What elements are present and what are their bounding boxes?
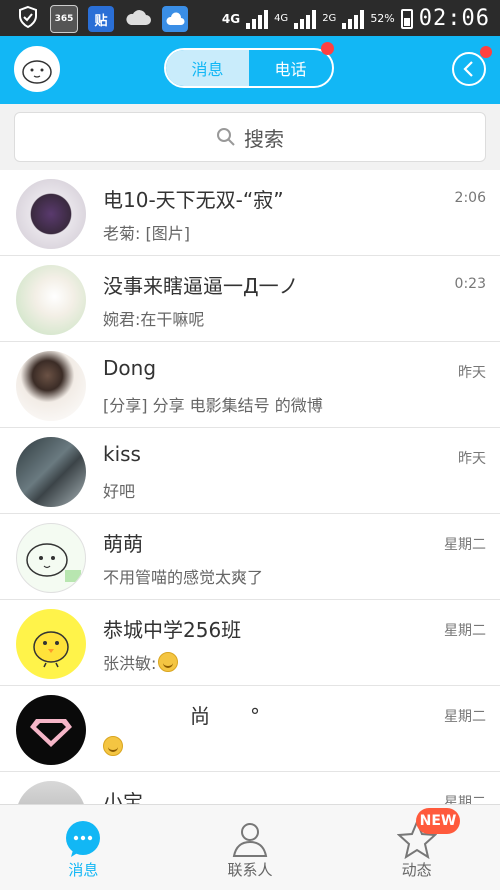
- weather-app-icon: [162, 6, 188, 32]
- tab-messages[interactable]: 消息: [166, 50, 249, 86]
- app-header: 消息 电话: [0, 36, 500, 104]
- calendar-icon: 365: [50, 5, 78, 33]
- shield-icon: [16, 5, 40, 33]
- conversation-name: 小宝: [103, 790, 143, 804]
- network-type-3: 2G: [322, 13, 337, 24]
- new-badge: NEW: [416, 808, 460, 834]
- conversation-row[interactable]: Dong [分享] 分享 电影集结号 的微博 昨天: [0, 342, 500, 428]
- conversation-name: 萌萌: [103, 532, 143, 556]
- search-placeholder: 搜索: [244, 126, 284, 151]
- superman-logo-icon: [30, 719, 72, 747]
- search-bar[interactable]: 搜索: [14, 112, 486, 162]
- conversation-time: 星期二: [444, 623, 486, 639]
- conversation-preview: 张洪敏:: [103, 650, 179, 674]
- smile-emoji-icon: [158, 652, 179, 672]
- search-icon: [217, 128, 235, 146]
- conversation-preview-text: 张洪敏:: [103, 654, 157, 673]
- battery-percent: 52%: [370, 12, 395, 25]
- conversation-row[interactable]: 尚 ° 星期二: [0, 686, 500, 772]
- conversation-preview: 婉君:在干嘛呢: [103, 310, 205, 329]
- conversation-preview: 好吧: [103, 482, 136, 501]
- unread-dot: [321, 42, 334, 55]
- avatar: [16, 609, 86, 679]
- tab-contacts-label: 联系人: [227, 861, 273, 879]
- conversation-preview: [分享] 分享 电影集结号 的微博: [103, 396, 323, 415]
- avatar: [16, 179, 86, 249]
- conversation-preview: 老菊: [图片]: [103, 224, 190, 243]
- back-unread-dot: [480, 46, 492, 58]
- conversation-time: 星期二: [444, 795, 486, 804]
- avatar: [16, 351, 86, 421]
- conversation-name: Dong: [103, 356, 157, 380]
- battery-icon: [400, 8, 413, 29]
- tab-feeds-label: 动态: [401, 861, 432, 879]
- conversation-time: 2:06: [454, 190, 486, 206]
- conversation-time: 0:23: [454, 276, 486, 292]
- signal-strength-icon-2: [294, 9, 317, 29]
- cartoon-face-icon: [26, 543, 81, 582]
- avatar: [16, 437, 86, 507]
- person-icon: [232, 823, 268, 857]
- conversation-time: 星期二: [444, 537, 486, 553]
- avatar: [16, 523, 86, 593]
- message-call-switch: 消息 电话: [164, 42, 334, 88]
- conversation-name: 尚 °: [190, 704, 260, 728]
- conversation-row[interactable]: 恭城中学256班 张洪敏: 星期二: [0, 600, 500, 686]
- network-type-1: 4G: [221, 11, 241, 26]
- conversation-row[interactable]: kiss 好吧 昨天: [0, 428, 500, 514]
- clock: 02:06: [418, 6, 490, 31]
- tongue-emoji-icon: [103, 736, 123, 756]
- conversation-time: 昨天: [458, 365, 486, 381]
- conversation-time: 昨天: [458, 451, 486, 467]
- conversation-row[interactable]: 小宝 星期二: [0, 772, 500, 804]
- conversation-preview: [103, 736, 123, 756]
- conversation-time: 星期二: [444, 709, 486, 725]
- signal-strength-icon: [246, 9, 269, 29]
- back-button[interactable]: [452, 52, 486, 86]
- conversation-name: 恭城中学256班: [103, 618, 242, 642]
- chick-icon: [33, 631, 69, 668]
- status-bar-system: 4G 4G 2G 52% 02:06: [222, 6, 490, 31]
- status-bar-notifications: 365 贴: [16, 5, 188, 33]
- tab-messages-label: 消息: [68, 861, 99, 879]
- avatar: [16, 265, 86, 335]
- tab-messages-bottom[interactable]: 消息: [0, 805, 167, 890]
- conversation-name: 电10-天下无双-“寂”: [103, 188, 284, 212]
- conversation-row[interactable]: 没事来瞎逼逼一Д一ノ 婉君:在干嘛呢 0:23: [0, 256, 500, 342]
- conversation-name: 没事来瞎逼逼一Д一ノ: [103, 274, 299, 298]
- conversation-row[interactable]: 萌萌 不用管喵的感觉太爽了 星期二: [0, 514, 500, 600]
- avatar: [16, 781, 86, 804]
- status-bar: 365 贴 4G 4G 2G 52% 02:06: [0, 0, 500, 36]
- tab-calls[interactable]: 电话: [249, 42, 334, 86]
- chevron-left-icon: [463, 61, 473, 77]
- tab-calls-label: 电话: [274, 60, 307, 79]
- tab-contacts[interactable]: 联系人: [167, 805, 334, 890]
- conversation-list: 电10-天下无双-“寂” 老菊: [图片] 2:06 没事来瞎逼逼一Д一ノ 婉君…: [0, 170, 500, 804]
- conversation-name: kiss: [103, 442, 141, 466]
- chat-bubble-icon: [66, 821, 101, 857]
- my-avatar[interactable]: [14, 46, 60, 92]
- avatar: [16, 695, 86, 765]
- conversation-preview: 不用管喵的感觉太爽了: [103, 568, 264, 587]
- avatar-cartoon-icon: [16, 48, 58, 90]
- signal-strength-icon-3: [342, 9, 365, 29]
- conversation-row[interactable]: 电10-天下无双-“寂” 老菊: [图片] 2:06: [0, 170, 500, 256]
- tieba-app-icon: 贴: [88, 6, 114, 32]
- cloud-icon: [124, 7, 152, 31]
- network-type-2: 4G: [274, 13, 289, 24]
